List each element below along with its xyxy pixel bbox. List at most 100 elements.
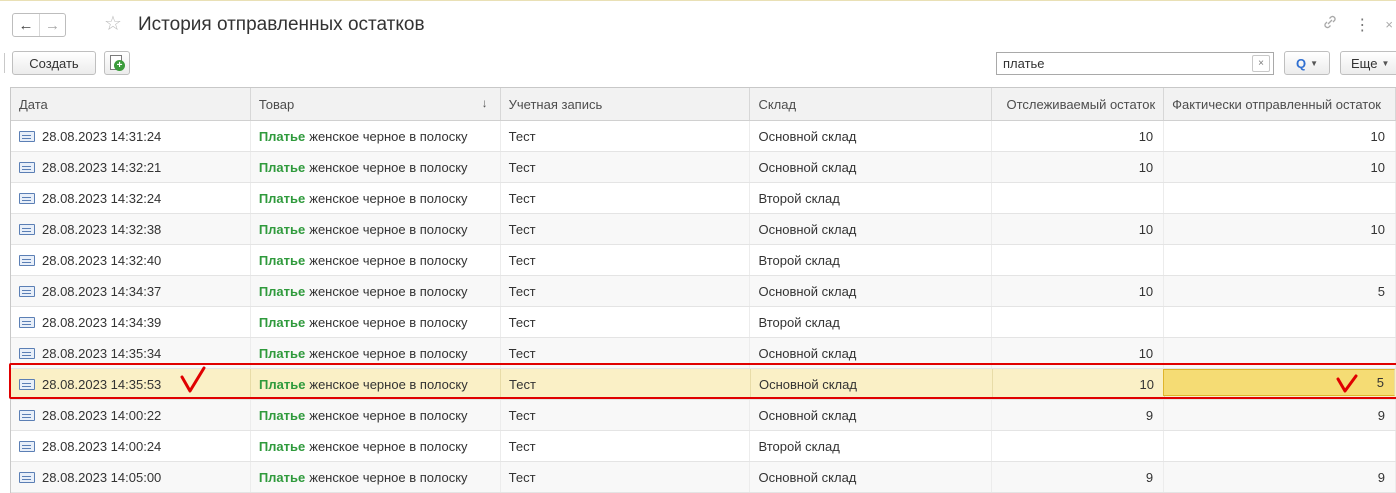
product-search-match: Платье: [258, 469, 306, 485]
search-icon: Q: [1295, 55, 1307, 71]
form-header: ← → ☆ История отправленных остатков ⋮ ×: [0, 10, 1396, 42]
forward-arrow-icon[interactable]: →: [39, 14, 65, 36]
cell-warehouse: Второй склад: [750, 431, 993, 461]
more-vertical-icon[interactable]: ⋮: [1354, 15, 1370, 35]
cell-product: Платье женское черное в полоску: [251, 183, 501, 213]
product-name-rest: женское черное в полоску: [309, 407, 468, 423]
column-header-tracked-balance[interactable]: Отслеживаемый остаток: [992, 88, 1165, 120]
product-name-rest: женское черное в полоску: [309, 469, 468, 485]
product-name-rest: женское черное в полоску: [309, 345, 468, 361]
column-header-date[interactable]: Дата: [11, 88, 251, 120]
data-table: Дата Товар ↓ Учетная запись Склад Отслеж…: [10, 87, 1396, 493]
column-header-product[interactable]: Товар ↓: [251, 88, 501, 120]
more-button-label: Еще: [1351, 55, 1378, 71]
cell-sent-balance: 10: [1164, 214, 1396, 244]
column-header-product-label: Товар: [258, 96, 295, 112]
table-row[interactable]: 28.08.2023 14:32:24 Платье женское черное …: [11, 183, 1396, 214]
document-icon: [19, 440, 35, 452]
column-header-sent-balance[interactable]: Фактически отправленный остаток: [1164, 88, 1396, 120]
document-icon: [19, 285, 35, 297]
product-search-match: Платье: [258, 345, 306, 361]
navigation-buttons: ← →: [12, 13, 66, 37]
more-button[interactable]: Еще ▼: [1340, 51, 1396, 75]
cell-sent-balance: [1164, 183, 1396, 213]
product-search-match: Платье: [258, 407, 306, 423]
cell-warehouse: Основной склад: [750, 400, 993, 430]
product-search-match: Платье: [258, 128, 306, 144]
cell-product: Платье женское черное в полоску: [251, 276, 501, 306]
cell-date-text: 28.08.2023 14:35:34: [42, 345, 162, 361]
cell-date-text: 28.08.2023 14:32:21: [42, 159, 162, 175]
top-border: [0, 0, 1396, 1]
cell-product: Платье женское черное в полоску: [251, 307, 501, 337]
table-row[interactable]: 28.08.2023 14:00:24 Платье женское черное …: [11, 431, 1396, 462]
cell-warehouse: Второй склад: [750, 245, 993, 275]
cell-warehouse: Основной склад: [750, 276, 993, 306]
cell-warehouse: Основной склад: [750, 214, 993, 244]
table-row[interactable]: 28.08.2023 14:34:39 Платье женское черное …: [11, 307, 1396, 338]
link-icon[interactable]: [1322, 14, 1338, 35]
document-icon: [19, 130, 35, 142]
search-input[interactable]: платье ×: [996, 52, 1274, 75]
search-button[interactable]: Q ▼: [1284, 51, 1330, 75]
favorite-star-icon[interactable]: ☆: [104, 12, 122, 36]
product-name-rest: женское черное в полоску: [309, 252, 468, 268]
table-row[interactable]: 28.08.2023 14:00:22 Платье женское черное …: [11, 400, 1396, 431]
annotation-checkmark-icon: [180, 366, 206, 393]
add-copy-button[interactable]: +: [104, 51, 130, 75]
create-button[interactable]: Создать: [12, 51, 96, 75]
cell-date: 28.08.2023 14:00:24: [11, 431, 251, 461]
cell-tracked-balance: 10: [992, 152, 1165, 182]
cell-product: Платье женское черное в полоску: [251, 121, 501, 151]
product-name-rest: женское черное в полоску: [309, 190, 468, 206]
cell-date-text: 28.08.2023 14:00:22: [42, 407, 162, 423]
annotation-checkmark-icon: [1336, 374, 1358, 393]
cell-sent-balance: [1164, 431, 1396, 461]
cell-date-text: 28.08.2023 14:31:24: [42, 128, 162, 144]
clear-search-icon[interactable]: ×: [1252, 55, 1270, 72]
cell-date-text: 28.08.2023 14:32:40: [42, 252, 162, 268]
column-header-warehouse[interactable]: Склад: [750, 88, 993, 120]
cell-date-text: 28.08.2023 14:05:00: [42, 469, 162, 485]
sort-descending-icon: ↓: [481, 96, 488, 110]
cell-warehouse: Основной склад: [750, 121, 993, 151]
toolbar-divider: [4, 53, 5, 73]
cell-date-text: 28.08.2023 14:34:37: [42, 283, 162, 299]
cell-account: Тест: [501, 121, 751, 151]
table-row[interactable]: 28.08.2023 14:05:00 Платье женское черное …: [11, 462, 1396, 493]
cell-tracked-balance: 10: [992, 214, 1165, 244]
cell-sent-balance: 10: [1164, 152, 1396, 182]
cell-sent-balance: [1164, 245, 1396, 275]
table-row[interactable]: 28.08.2023 14:34:37 Платье женское черное …: [11, 276, 1396, 307]
cell-product: Платье женское черное в полоску: [251, 400, 501, 430]
product-name-rest: женское черное в полоску: [309, 128, 468, 144]
cell-date-text: 28.08.2023 14:34:39: [42, 314, 162, 330]
cell-account: Тест: [501, 214, 751, 244]
product-search-match: Платье: [258, 221, 306, 237]
chevron-down-icon: ▼: [1310, 58, 1319, 68]
table-row[interactable]: 28.08.2023 14:32:21 Платье женское черное …: [11, 152, 1396, 183]
cell-account: Тест: [501, 245, 751, 275]
cell-date: 28.08.2023 14:05:00: [11, 462, 251, 492]
cell-date: 28.08.2023 14:32:38: [11, 214, 251, 244]
cell-date-text: 28.08.2023 14:32:38: [42, 221, 162, 237]
cell-tracked-balance: 10: [992, 121, 1165, 151]
cell-date: 28.08.2023 14:32:24: [11, 183, 251, 213]
cell-date: 28.08.2023 14:00:22: [11, 400, 251, 430]
column-header-account[interactable]: Учетная запись: [501, 88, 751, 120]
cell-tracked-balance: 9: [992, 462, 1165, 492]
cell-tracked-balance: [992, 307, 1165, 337]
product-search-match: Платье: [258, 159, 306, 175]
cell-account: Тест: [501, 183, 751, 213]
table-row[interactable]: 28.08.2023 14:32:40 Платье женское черное …: [11, 245, 1396, 276]
table-row[interactable]: 28.08.2023 14:31:24 Платье женское черное …: [11, 121, 1396, 152]
cell-tracked-balance: [992, 183, 1165, 213]
back-arrow-icon[interactable]: ←: [13, 14, 39, 36]
close-icon[interactable]: ×: [1385, 17, 1393, 32]
annotation-highlight-frame: [9, 363, 1396, 399]
cell-account: Тест: [501, 462, 751, 492]
cell-warehouse: Основной склад: [750, 462, 993, 492]
cell-tracked-balance: 9: [992, 400, 1165, 430]
product-search-match: Платье: [258, 438, 306, 454]
table-row[interactable]: 28.08.2023 14:32:38 Платье женское черное …: [11, 214, 1396, 245]
